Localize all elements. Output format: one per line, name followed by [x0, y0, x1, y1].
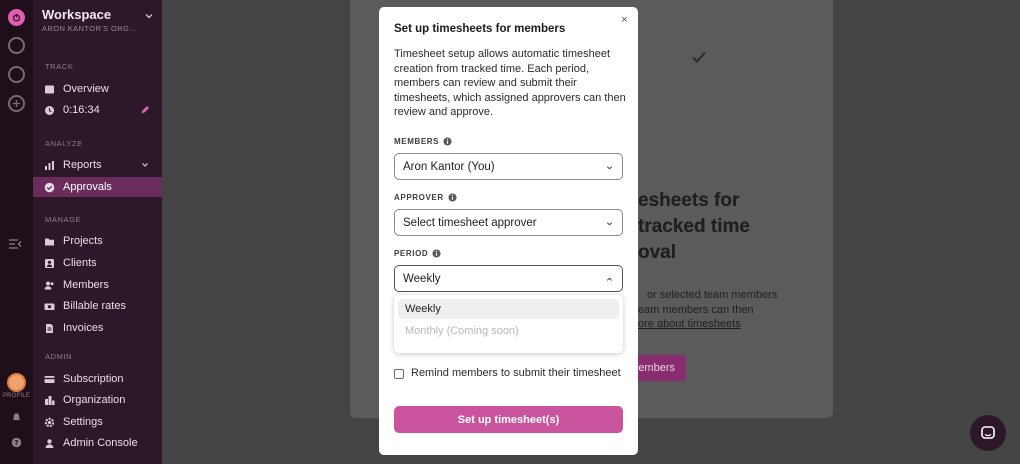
console-icon: [44, 438, 55, 449]
sidebar-item-label: Projects: [63, 235, 103, 247]
gear-icon: [44, 417, 55, 428]
money-icon: [44, 301, 55, 312]
empty-state-heading-line1: esheets for: [638, 190, 740, 211]
close-icon[interactable]: ×: [619, 15, 630, 26]
bell-icon[interactable]: [11, 410, 22, 422]
card-icon: [44, 374, 55, 385]
chevron-up-icon: [606, 277, 613, 281]
modal-description: Timesheet setup allows automatic timeshe…: [394, 48, 626, 118]
members-select-value: Aron Kantor (You): [403, 160, 495, 173]
add-app-icon[interactable]: [8, 95, 25, 112]
setup-timesheets-modal: × Set up timesheets for members Timeshee…: [379, 7, 638, 455]
overview-icon: [44, 84, 55, 95]
invoice-icon: [44, 323, 55, 334]
sidebar-item-members[interactable]: Members: [33, 275, 162, 295]
remind-checkbox[interactable]: [394, 369, 404, 379]
sidebar-item-settings[interactable]: Settings: [33, 412, 162, 432]
chat-icon: [981, 426, 995, 439]
sidebar-item-projects[interactable]: Projects: [33, 231, 162, 251]
sidebar-item-label: Reports: [63, 159, 102, 171]
pencil-icon[interactable]: [140, 105, 150, 115]
workspace-title[interactable]: Workspace: [42, 7, 111, 22]
client-icon: [44, 258, 55, 269]
sidebar-item-label: Subscription: [63, 373, 124, 385]
check-circle-icon: [44, 182, 55, 193]
period-option-monthly: Monthly (Coming soon): [405, 325, 519, 337]
team-app-icon[interactable]: [8, 66, 25, 83]
approver-label: APPROVER: [394, 193, 457, 202]
empty-state-heading-line3: oval: [638, 242, 677, 263]
bar-chart-icon: [44, 160, 55, 171]
profile-avatar[interactable]: [7, 373, 26, 392]
period-option-weekly[interactable]: Weekly: [398, 299, 619, 319]
section-analyze: ANALYZE: [45, 139, 83, 148]
collapse-sidebar-icon[interactable]: [8, 237, 22, 249]
icon-rail: PROFILE ?: [0, 0, 33, 464]
chat-launcher[interactable]: [970, 415, 1006, 451]
app-logo-icon[interactable]: [8, 9, 25, 26]
sidebar-item-admin-console[interactable]: Admin Console: [33, 433, 162, 453]
sidebar-item-overview[interactable]: Overview: [33, 79, 162, 99]
period-select-value: Weekly: [403, 272, 441, 285]
chevron-down-icon[interactable]: [140, 160, 150, 170]
sidebar-item-label: Approvals: [63, 181, 112, 193]
period-label-text: PERIOD: [394, 249, 429, 258]
members-select[interactable]: Aron Kantor (You): [394, 153, 623, 180]
sidebar-item-billable-rates[interactable]: Billable rates: [33, 296, 162, 316]
sidebar-item-invoices[interactable]: Invoices: [33, 318, 162, 338]
profile-label: PROFILE: [2, 393, 31, 399]
section-track: TRACK: [45, 62, 74, 71]
learn-more-link[interactable]: ore about timesheets: [638, 317, 741, 332]
empty-state-text-line2: eam members can then: [638, 304, 754, 316]
sidebar-item-label: Clients: [63, 257, 97, 269]
section-admin: ADMIN: [45, 352, 73, 361]
approver-select-value: Select timesheet approver: [403, 216, 537, 229]
section-manage: MANAGE: [45, 215, 82, 224]
period-dropdown: Weekly Monthly (Coming soon): [394, 295, 623, 353]
sidebar-item-label: Admin Console: [63, 437, 138, 449]
sidebar-item-label: Invoices: [63, 322, 104, 334]
approver-label-text: APPROVER: [394, 193, 444, 202]
sidebar-item-label: Overview: [63, 83, 109, 95]
sidebar-item-label: Members: [63, 279, 109, 291]
sidebar-item-approvals[interactable]: Approvals: [33, 177, 162, 197]
sidebar-item-subscription[interactable]: Subscription: [33, 369, 162, 389]
folder-icon: [44, 236, 55, 247]
building-icon: [44, 395, 55, 406]
clock-icon: [44, 105, 55, 116]
workspace-subtitle: ARON KANTOR'S ORG...: [42, 24, 137, 33]
sidebar: Workspace ARON KANTOR'S ORG... TRACK Ove…: [33, 0, 162, 464]
approver-select[interactable]: Select timesheet approver: [394, 209, 623, 236]
members-icon: [44, 280, 55, 291]
period-label: PERIOD: [394, 249, 441, 258]
sidebar-item-reports[interactable]: Reports: [33, 155, 162, 175]
svg-text:?: ?: [15, 439, 19, 447]
info-icon[interactable]: [432, 249, 441, 258]
modal-title: Set up timesheets for members: [394, 23, 566, 35]
info-icon[interactable]: [448, 193, 457, 202]
chevron-down-icon: [606, 166, 613, 170]
sidebar-item-label: Billable rates: [63, 300, 126, 312]
period-select[interactable]: Weekly: [394, 265, 623, 292]
remind-checkbox-label[interactable]: Remind members to submit their timesheet: [411, 367, 621, 379]
empty-state-text-line1: or selected team members: [647, 289, 778, 301]
empty-state-heading-line2: tracked time: [638, 216, 750, 237]
sidebar-item-label: Organization: [63, 394, 126, 406]
members-label-text: MEMBERS: [394, 137, 440, 146]
set-up-timesheets-button[interactable]: Set up timesheet(s): [394, 406, 623, 433]
sidebar-item-timer[interactable]: 0:16:34: [33, 100, 162, 120]
check-icon: [690, 48, 708, 66]
sidebar-item-clients[interactable]: Clients: [33, 253, 162, 273]
sidebar-item-label: 0:16:34: [63, 104, 100, 116]
members-label: MEMBERS: [394, 137, 452, 146]
help-icon[interactable]: ?: [11, 435, 22, 448]
sidebar-item-label: Settings: [63, 416, 103, 428]
info-icon[interactable]: [443, 137, 452, 146]
chevron-down-icon[interactable]: [144, 8, 154, 19]
sidebar-item-organization[interactable]: Organization: [33, 390, 162, 410]
chevron-down-icon: [606, 222, 613, 226]
timer-app-icon[interactable]: [8, 37, 25, 54]
